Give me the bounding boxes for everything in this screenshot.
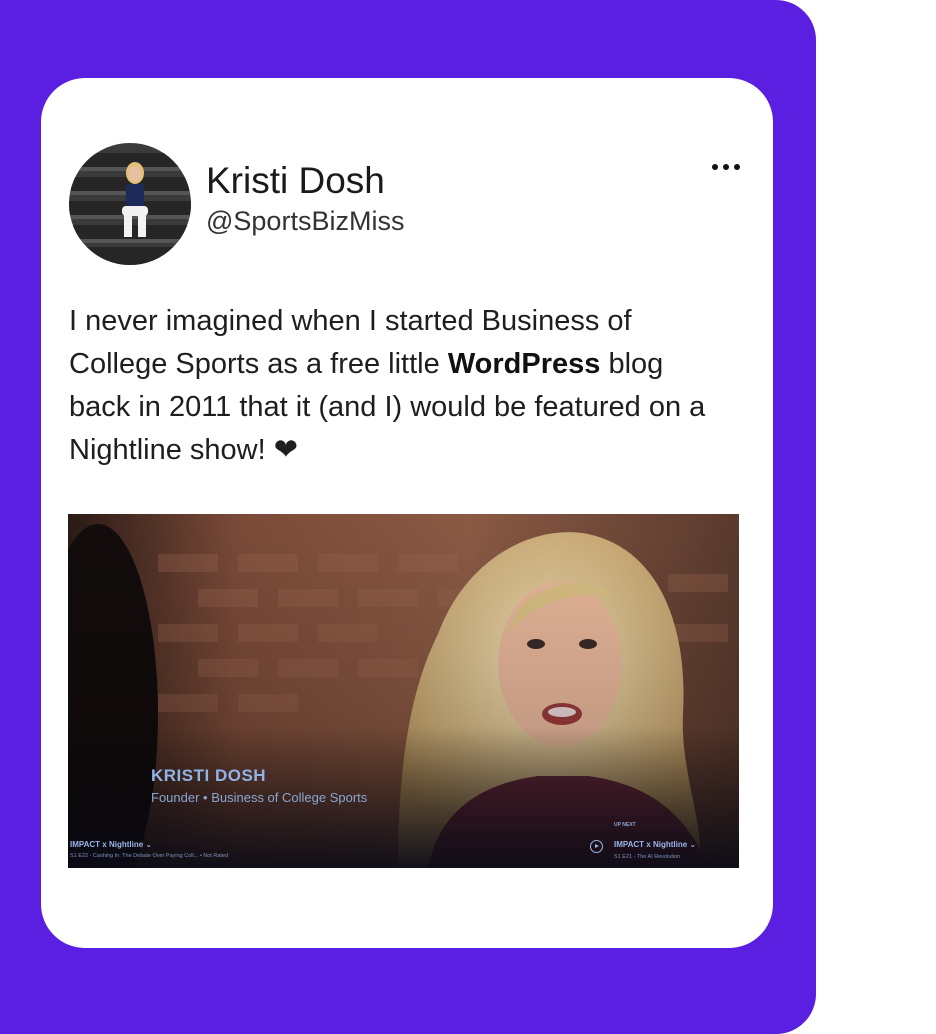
purple-frame: Kristi Dosh @SportsBizMiss I never imagi… [0, 0, 816, 1034]
play-icon[interactable] [590, 840, 603, 853]
up-next-panel[interactable]: UP NEXT IMPACT x Nightline ⌄ S1 E21 - Th… [588, 818, 738, 866]
lower-third-name: KRISTI DOSH [151, 766, 267, 785]
tweet-text-bold: WordPress [447, 348, 601, 380]
lower-third-title: Founder • Business of College Sports [151, 790, 368, 805]
dot [712, 164, 718, 170]
video-frame-image [68, 514, 739, 868]
avatar[interactable] [69, 143, 191, 265]
avatar-image [69, 143, 191, 265]
next-episode-title: S1 E21 - The AI Revolution [614, 854, 681, 860]
video-thumbnail[interactable]: KRISTI DOSH Founder • Business of Colleg… [68, 514, 739, 868]
dot [734, 164, 740, 170]
current-episode-info[interactable]: IMPACT x Nightline ⌄ S1 E22 - Cashing In… [70, 840, 228, 859]
display-name[interactable]: Kristi Dosh [206, 160, 385, 202]
current-show-title: IMPACT x Nightline ⌄ [70, 840, 153, 849]
dot [723, 164, 729, 170]
up-next-label: UP NEXT [614, 822, 636, 828]
tweet-card: Kristi Dosh @SportsBizMiss I never imagi… [41, 78, 773, 948]
ellipsis-icon[interactable] [709, 152, 743, 182]
lower-third: KRISTI DOSH Founder • Business of Colleg… [151, 766, 367, 805]
next-show-title: IMPACT x Nightline ⌄ [614, 840, 697, 849]
tweet-text: I never imagined when I started Business… [69, 300, 729, 472]
user-handle[interactable]: @SportsBizMiss [206, 206, 404, 237]
current-episode-title: S1 E22 - Cashing In: The Debate Over Pay… [70, 853, 229, 859]
